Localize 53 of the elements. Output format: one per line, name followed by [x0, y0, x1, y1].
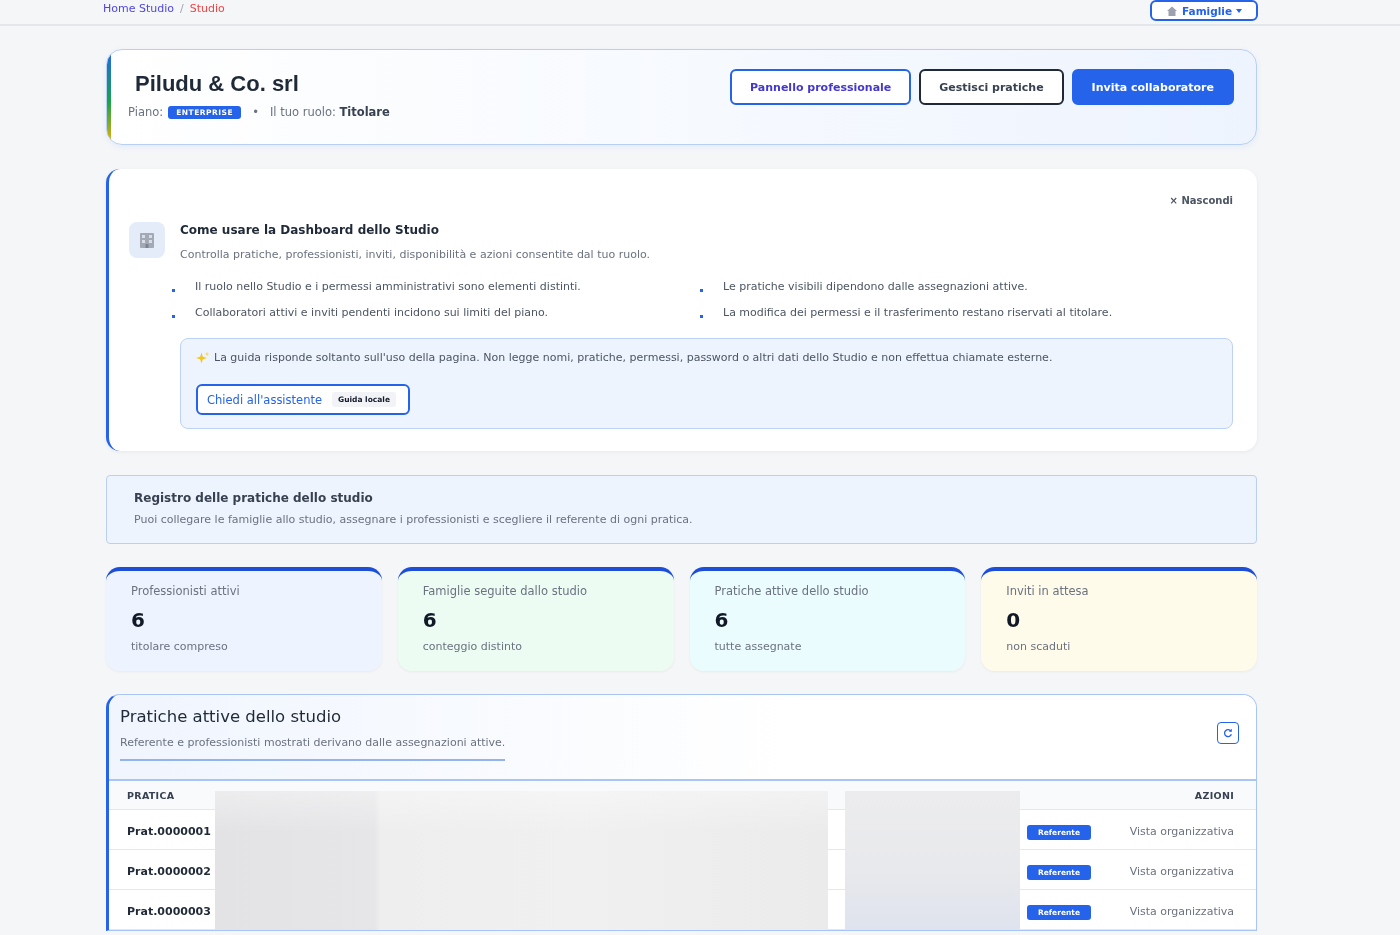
building-icon: [129, 222, 165, 258]
professional-panel-button[interactable]: Pannello professionale: [730, 69, 912, 105]
bullet-icon: [172, 288, 175, 292]
house-icon: [1166, 4, 1178, 17]
stat-value: 6: [422, 607, 438, 633]
families-menu-button[interactable]: Famiglie: [1150, 0, 1258, 21]
table-subtitle: Referente e professionisti mostrati derivano dalle assegnazioni attive.: [120, 735, 506, 761]
caret-icon: [1236, 8, 1242, 13]
refresh-button[interactable]: [1217, 722, 1239, 744]
studio-name: Piludu & Co. srl: [135, 70, 300, 98]
stat-note: titolare compreso: [131, 639, 229, 655]
plan-label: Piano:: [128, 104, 164, 121]
stat-value: 6: [714, 607, 730, 633]
stat-note: non scaduti: [1006, 639, 1072, 655]
registry-text: Puoi collegare le famiglie allo studio, assegnare i professionisti e scegliere il referente di ogni pratica.: [134, 512, 694, 528]
view-label: Vista organizzativa: [1129, 905, 1234, 918]
separator-dot: •: [252, 104, 259, 121]
breadcrumb-link[interactable]: Home Studio: [103, 2, 175, 16]
stat-note: tutte assegnate: [714, 639, 803, 655]
manage-cases-button[interactable]: Gestisci pratiche: [919, 69, 1064, 105]
view-label: Vista organizzativa: [1129, 825, 1234, 838]
tip-text: Le pratiche visibili dipendono dalle assegnazioni attive.: [723, 279, 1028, 295]
registry-title: Registro delle pratiche dello studio: [134, 490, 374, 507]
stat-label: Pratiche attive dello studio: [714, 583, 870, 599]
invite-collaborator-button[interactable]: Invita collaboratore: [1071, 69, 1234, 105]
bullet-icon: [172, 314, 175, 318]
column-header: AZIONI: [1194, 789, 1234, 801]
case-id-cell: Prat.0000001: [127, 825, 211, 838]
column-header: PRATICA: [127, 789, 175, 801]
bullet-icon: [700, 314, 703, 318]
guide-subtitle: Controlla pratiche, professionisti, inviti, disponibilità e azioni consentite dal tuo ruolo.: [180, 247, 651, 263]
view-label: Vista organizzativa: [1129, 865, 1234, 878]
bullet-icon: [700, 288, 703, 292]
tip-text: La modifica dei permessi e il trasferimento restano riservati al titolare.: [723, 305, 1113, 321]
stat-label: Famiglie seguite dallo studio: [422, 583, 588, 599]
role-text: Il tuo ruolo: Titolare: [269, 104, 390, 121]
refresh-icon: [1223, 728, 1233, 738]
hide-button[interactable]: × Nascondi: [1169, 193, 1233, 209]
stat-value: 0: [1006, 607, 1022, 633]
table-title: Pratiche attive dello studio: [120, 706, 343, 728]
stat-label: Professionisti attivi: [131, 583, 241, 599]
breadcrumb-separator: /: [180, 2, 184, 16]
stat-value: 6: [131, 607, 146, 633]
tip-text: Il ruolo nello Studio e i permessi amministrativi sono elementi distinti.: [195, 279, 581, 295]
guide-title: Come usare la Dashboard dello Studio: [180, 222, 440, 238]
case-id-cell: Prat.0000003: [127, 905, 211, 918]
tip-text: Collaboratori attivi e inviti pendenti incidono sui limiti del piano.: [195, 305, 548, 321]
case-id-cell: Prat.0000002: [127, 865, 211, 878]
breadcrumb-link[interactable]: Studio: [189, 2, 225, 16]
stat-note: conteggio distinto: [422, 639, 523, 655]
sparkle-icon: [196, 351, 210, 365]
assistant-note: La guida risponde soltanto sull'uso della pagina. Non legge nomi, pratiche, permessi, password o altri dati dello Studio e non effettua chiamate esterne.: [214, 350, 1053, 366]
stat-label: Inviti in attesa: [1006, 583, 1090, 599]
